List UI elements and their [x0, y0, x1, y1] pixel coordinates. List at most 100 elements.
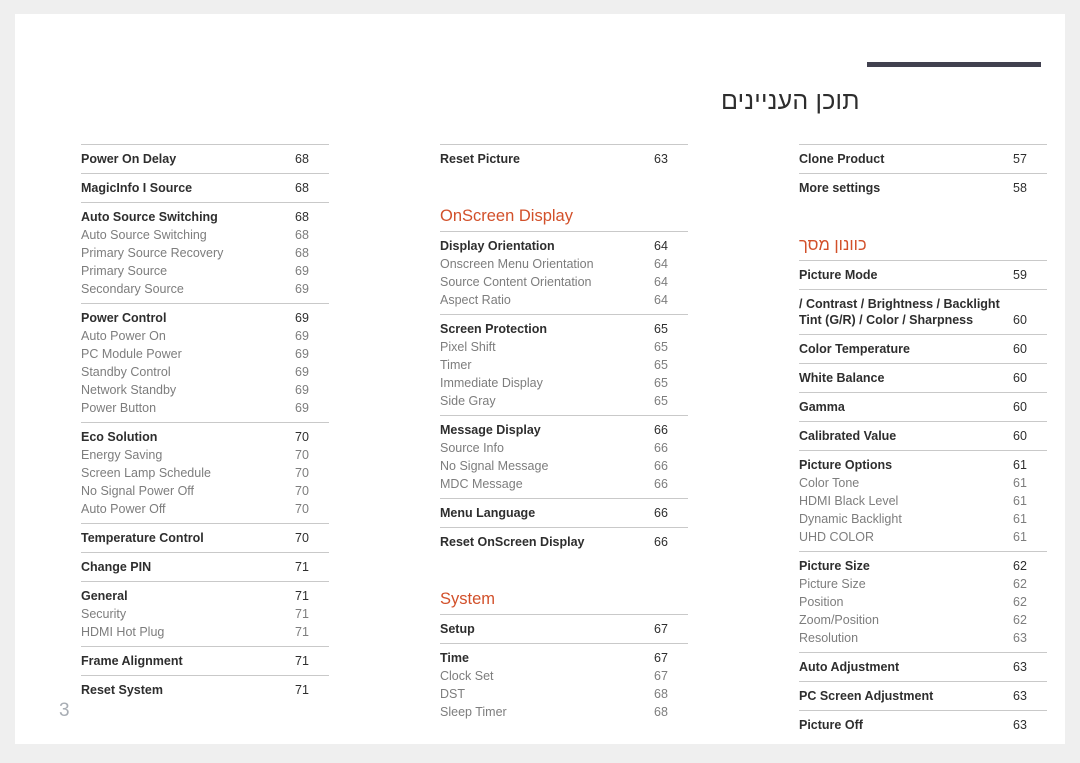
toc-entry[interactable]: Power Button 69	[81, 399, 329, 417]
toc-entry[interactable]: Temperature Control 70	[81, 529, 329, 547]
toc-entry[interactable]: PC Module Power 69	[81, 345, 329, 363]
toc-entry[interactable]: Picture Size 62	[799, 575, 1047, 593]
toc-entry-page: 66	[654, 441, 668, 455]
toc-entry[interactable]: Immediate Display 65	[440, 374, 688, 392]
toc-entry-label: PC Module Power	[81, 347, 182, 361]
toc-entry[interactable]: Dynamic Backlight 61	[799, 510, 1047, 528]
toc-entry-page: 62	[1013, 595, 1027, 609]
toc-entry-page: 61	[1013, 476, 1027, 490]
toc-entry[interactable]: Gamma 60	[799, 398, 1047, 416]
toc-entry[interactable]: Source Info 66	[440, 439, 688, 457]
toc-entry[interactable]: Source Content Orientation 64	[440, 273, 688, 291]
toc-entry[interactable]: Reset OnScreen Display 66	[440, 533, 688, 551]
toc-entry[interactable]: Secondary Source 69	[81, 280, 329, 298]
toc-entry[interactable]: Clock Set 67	[440, 667, 688, 685]
toc-entry[interactable]: Aspect Ratio 64	[440, 291, 688, 309]
toc-entry[interactable]: Reset Picture 63	[440, 150, 688, 168]
toc-entry[interactable]: Eco Solution 70	[81, 428, 329, 446]
toc-entry[interactable]: Security 71	[81, 605, 329, 623]
toc-entry[interactable]: Change PIN 71	[81, 558, 329, 576]
toc-entry[interactable]: Clone Product 57	[799, 150, 1047, 168]
toc-entry-page: 65	[654, 322, 668, 336]
toc-entry-label: Auto Source Switching	[81, 228, 207, 242]
toc-entry-page: 61	[1013, 494, 1027, 508]
toc-entry-label: Eco Solution	[81, 430, 158, 444]
toc-entry-label: White Balance	[799, 371, 885, 385]
toc-entry[interactable]: Auto Power Off 70	[81, 500, 329, 518]
toc-entry[interactable]: Primary Source 69	[81, 262, 329, 280]
toc-entry[interactable]: Primary Source Recovery 68	[81, 244, 329, 262]
toc-entry[interactable]: PC Screen Adjustment 63	[799, 687, 1047, 705]
toc-entry-label: Picture Off	[799, 718, 863, 732]
toc-entry[interactable]: No Signal Message 66	[440, 457, 688, 475]
toc-entry-page: 68	[295, 152, 309, 166]
toc-entry[interactable]: HDMI Black Level 61	[799, 492, 1047, 510]
toc-entry[interactable]: Frame Alignment 71	[81, 652, 329, 670]
toc-entry[interactable]: Menu Language 66	[440, 504, 688, 522]
toc-entry[interactable]: No Signal Power Off 70	[81, 482, 329, 500]
toc-entry[interactable]: Network Standby 69	[81, 381, 329, 399]
toc-entry[interactable]: Setup 67	[440, 620, 688, 638]
toc-entry[interactable]: Time 67	[440, 649, 688, 667]
toc-entry-label: MagicInfo I Source	[81, 181, 193, 195]
toc-entry-page: 70	[295, 484, 309, 498]
toc-group: Frame Alignment 71	[81, 646, 329, 675]
toc-entry[interactable]: Picture Mode 59	[799, 266, 1047, 284]
toc-entry[interactable]: Side Gray 65	[440, 392, 688, 410]
toc-entry[interactable]: Color Temperature 60	[799, 340, 1047, 358]
toc-entry[interactable]: Color Tone 61	[799, 474, 1047, 492]
toc-entry[interactable]: Screen Lamp Schedule 70	[81, 464, 329, 482]
toc-entry[interactable]: Picture Off 63	[799, 716, 1047, 734]
toc-entry[interactable]: HDMI Hot Plug 71	[81, 623, 329, 641]
toc-entry[interactable]: Standby Control 69	[81, 363, 329, 381]
toc-entry[interactable]: Reset System 71	[81, 681, 329, 699]
toc-entry-page: 58	[1013, 181, 1027, 195]
toc-entry-label: Auto Adjustment	[799, 660, 900, 674]
toc-entry-label: PC Screen Adjustment	[799, 689, 934, 703]
toc-entry[interactable]: Zoom/Position 62	[799, 611, 1047, 629]
toc-entry-label: Setup	[440, 622, 475, 636]
toc-entry-page: 63	[1013, 631, 1027, 645]
toc-group: Change PIN 71	[81, 552, 329, 581]
toc-entry[interactable]: Position 62	[799, 593, 1047, 611]
toc-entry-label: Source Info	[440, 441, 504, 455]
toc-entry[interactable]: Timer 65	[440, 356, 688, 374]
toc-entry[interactable]: Auto Power On 69	[81, 327, 329, 345]
toc-entry[interactable]: Sleep Timer 68	[440, 703, 688, 721]
toc-entry[interactable]: Energy Saving 70	[81, 446, 329, 464]
toc-group: Power Control 69 Auto Power On 69 PC Module …	[81, 303, 329, 422]
toc-entry[interactable]: White Balance 60	[799, 369, 1047, 387]
toc-entry[interactable]: MDC Message 66	[440, 475, 688, 493]
toc-entry[interactable]: Screen Protection 65	[440, 320, 688, 338]
toc-entry[interactable]: Display Orientation 64	[440, 237, 688, 255]
toc-group: Clone Product 57	[799, 144, 1047, 173]
toc-entry[interactable]: UHD COLOR 61	[799, 528, 1047, 546]
toc-entry[interactable]: General 71	[81, 587, 329, 605]
toc-entry[interactable]: Picture Options 61	[799, 456, 1047, 474]
toc-entry-label: UHD COLOR	[799, 530, 875, 544]
toc-entry-label: Power Control	[81, 311, 167, 325]
toc-entry[interactable]: DST 68	[440, 685, 688, 703]
toc-entry[interactable]: Auto Adjustment 63	[799, 658, 1047, 676]
toc-entry-label: HDMI Black Level	[799, 494, 899, 508]
toc-entry[interactable]: Picture Size 62	[799, 557, 1047, 575]
toc-entry-page: 65	[654, 358, 668, 372]
toc-entry-label: Color Temperature	[799, 342, 910, 356]
toc-entry-page: 64	[654, 275, 668, 289]
toc-entry[interactable]: / Contrast / Brightness / Backlight Tint…	[799, 295, 1047, 329]
toc-entry[interactable]: Pixel Shift 65	[440, 338, 688, 356]
toc-entry-label: Picture Mode	[799, 268, 878, 282]
toc-entry[interactable]: More settings 58	[799, 179, 1047, 197]
toc-entry-label: Calibrated Value	[799, 429, 897, 443]
toc-entry[interactable]: Power Control 69	[81, 309, 329, 327]
toc-entry[interactable]: Calibrated Value 60	[799, 427, 1047, 445]
toc-entry[interactable]: Auto Source Switching 68	[81, 208, 329, 226]
toc-entry[interactable]: Auto Source Switching 68	[81, 226, 329, 244]
toc-entry[interactable]: Onscreen Menu Orientation 64	[440, 255, 688, 273]
toc-entry[interactable]: Message Display 66	[440, 421, 688, 439]
toc-entry[interactable]: Power On Delay 68	[81, 150, 329, 168]
toc-entry[interactable]: Resolution 63	[799, 629, 1047, 647]
toc-entry-page: 71	[295, 625, 309, 639]
toc-entry[interactable]: MagicInfo I Source 68	[81, 179, 329, 197]
